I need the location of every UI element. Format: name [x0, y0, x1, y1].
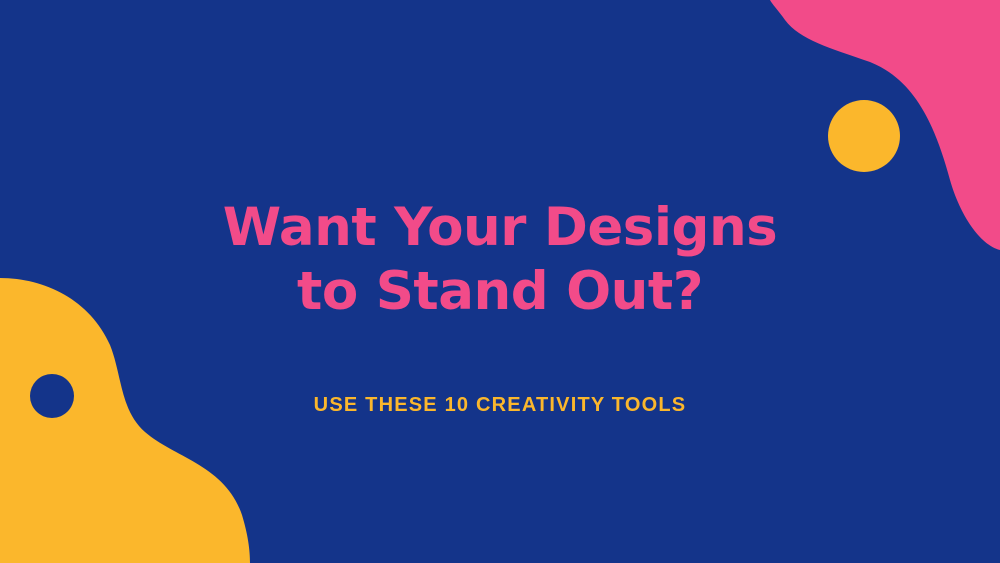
subheadline: USE THESE 10 CREATIVITY TOOLS: [313, 394, 687, 416]
headline-line-2: to Stand Out?: [297, 261, 703, 322]
headline-line-1: Want Your Designs: [222, 197, 778, 258]
headline: Want Your Designs to Stand Out?: [0, 196, 1000, 324]
banner-canvas: Want Your Designs to Stand Out? USE THES…: [0, 0, 1000, 563]
yellow-dot-shape: [828, 100, 900, 172]
